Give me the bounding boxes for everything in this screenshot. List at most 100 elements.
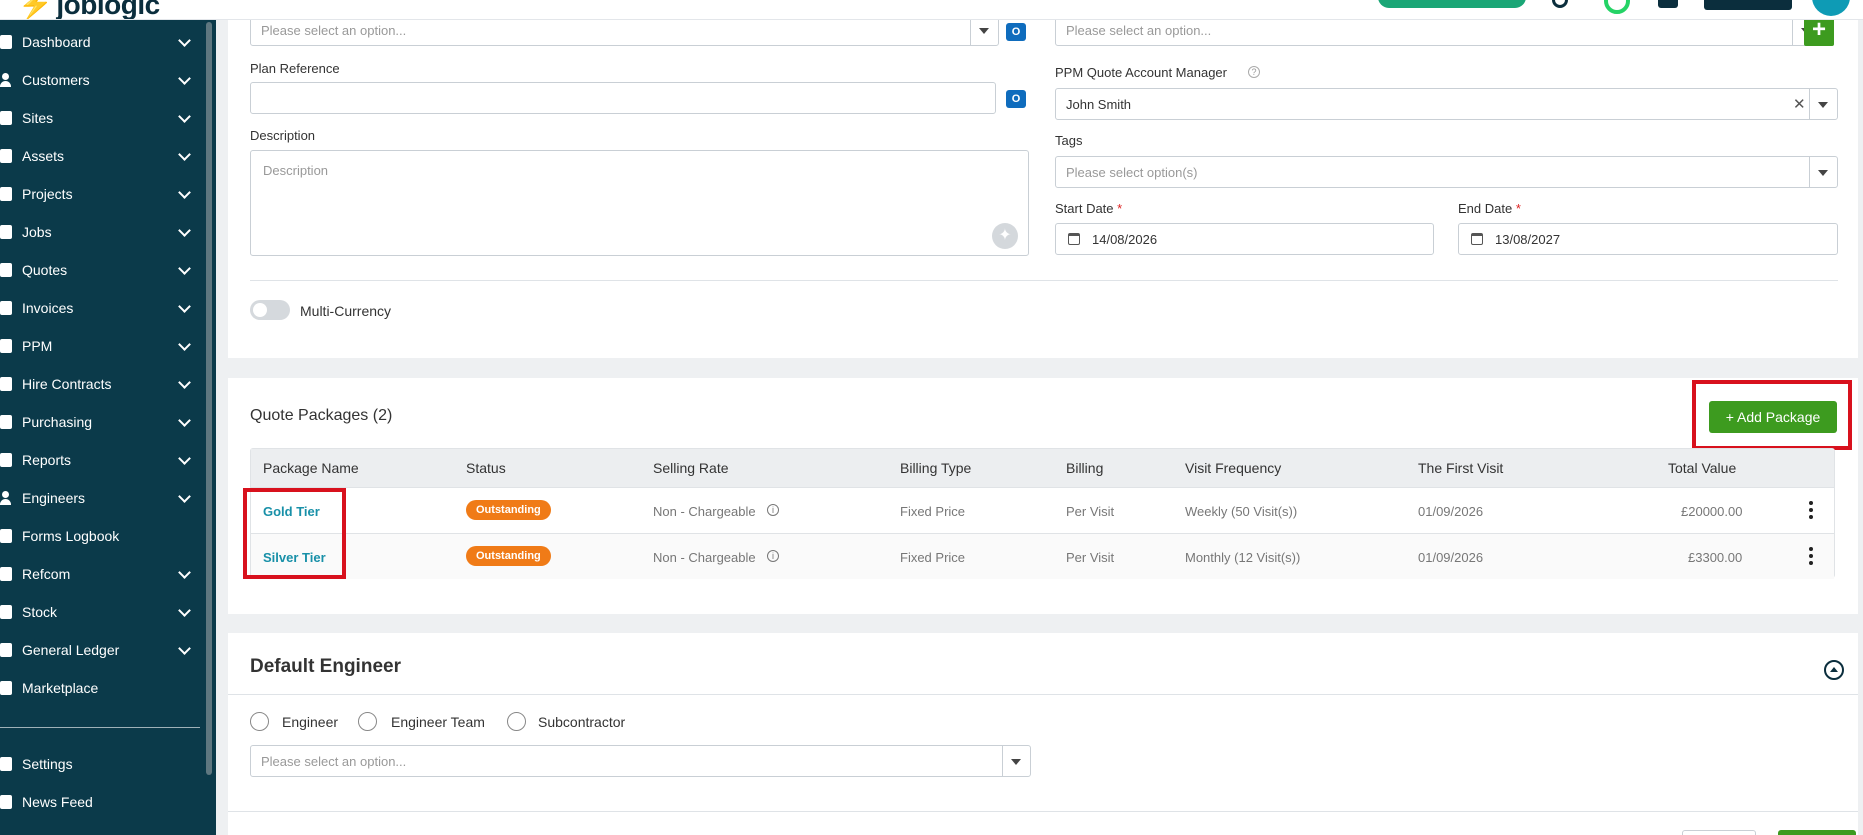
outlook-icon[interactable]: O — [1006, 90, 1026, 108]
sidebar-item-jobs[interactable]: Jobs — [0, 213, 200, 251]
sidebar-item-settings[interactable]: Settings — [0, 745, 200, 783]
sidebar-item-general-ledger[interactable]: General Ledger — [0, 631, 200, 669]
engineer-radio[interactable] — [250, 712, 269, 731]
engineer-team-radio[interactable] — [358, 712, 377, 731]
description-textarea[interactable]: Description ✦ — [250, 150, 1029, 256]
logo-bolt-icon: ⚡ — [18, 0, 53, 20]
section-divider — [250, 280, 1838, 281]
sidebar-item-label: Refcom — [22, 566, 71, 582]
chevron-down-icon[interactable] — [178, 224, 191, 237]
sidebar-item-label: Engineers — [22, 490, 86, 506]
sidebar-item-news-feed[interactable]: News Feed — [0, 783, 200, 821]
tags-select[interactable]: Please select option(s) — [1055, 156, 1838, 188]
sidebar-item-reports[interactable]: Reports — [0, 441, 200, 479]
sidebar-item-refcom[interactable]: Refcom — [0, 555, 200, 593]
book-icon — [0, 529, 12, 543]
header-status-pill[interactable] — [1378, 0, 1526, 8]
caret-down-icon[interactable] — [1818, 170, 1828, 176]
column-header[interactable]: Total Value — [1668, 460, 1736, 476]
sidebar-item-marketplace[interactable]: Marketplace — [0, 669, 200, 707]
sidebar-item-quotes[interactable]: Quotes — [0, 251, 200, 289]
column-header[interactable]: Status — [466, 460, 506, 476]
sidebar-item-label: News Feed — [22, 794, 93, 810]
chevron-down-icon[interactable] — [178, 338, 191, 351]
chevron-down-icon[interactable] — [178, 642, 191, 655]
end-date-input[interactable]: 13/08/2027 — [1458, 223, 1838, 255]
default-engineer-select[interactable]: Please select an option... — [250, 745, 1031, 777]
plan-reference-label: Plan Reference — [250, 61, 340, 76]
sites-icon — [0, 111, 12, 125]
ai-sparkle-icon[interactable]: ✦ — [992, 223, 1018, 249]
column-header[interactable]: Package Name — [263, 460, 359, 476]
chevron-down-icon[interactable] — [178, 376, 191, 389]
subcontractor-radio[interactable] — [507, 712, 526, 731]
cancel-button[interactable] — [1682, 830, 1756, 835]
chevron-down-icon[interactable] — [178, 566, 191, 579]
sidebar-item-customers[interactable]: Customers — [0, 61, 200, 99]
info-icon[interactable]: i — [767, 504, 779, 516]
bank-icon — [0, 643, 12, 657]
multi-currency-toggle[interactable] — [250, 300, 290, 320]
plan-reference-input[interactable] — [250, 82, 996, 114]
start-date-label: Start Date * — [1055, 201, 1123, 216]
chevron-down-icon[interactable] — [178, 604, 191, 617]
outlook-icon[interactable]: O — [1006, 23, 1026, 41]
sidebar-item-sites[interactable]: Sites — [0, 99, 200, 137]
sidebar-item-ppm[interactable]: PPM — [0, 327, 200, 365]
sidebar-item-engineers[interactable]: Engineers — [0, 479, 200, 517]
assets-icon — [0, 149, 12, 163]
table-row[interactable]: Gold Tier Outstanding Non - Chargeable i… — [251, 487, 1834, 533]
table-row[interactable]: Silver Tier Outstanding Non - Chargeable… — [251, 533, 1834, 579]
column-header[interactable]: Visit Frequency — [1185, 460, 1281, 476]
chevron-down-icon[interactable] — [178, 262, 191, 275]
chevron-down-icon[interactable] — [178, 148, 191, 161]
billing-cell: Per Visit — [1066, 504, 1115, 519]
collapse-icon[interactable] — [1824, 660, 1844, 680]
chevron-down-icon[interactable] — [178, 452, 191, 465]
sidebar-item-forms-logbook[interactable]: Forms Logbook — [0, 517, 200, 555]
start-date-input[interactable]: 14/08/2026 — [1055, 223, 1434, 255]
row-menu-icon[interactable] — [1809, 501, 1813, 521]
end-date-value: 13/08/2027 — [1495, 232, 1561, 247]
user-avatar[interactable] — [1812, 0, 1850, 16]
hire-contracts-icon — [0, 377, 12, 391]
sidebar-item-purchasing[interactable]: Purchasing — [0, 403, 200, 441]
sidebar-item-hire-contracts[interactable]: Hire Contracts — [0, 365, 200, 403]
column-header[interactable]: Billing — [1066, 460, 1103, 476]
info-icon[interactable]: i — [767, 550, 779, 562]
help-icon[interactable]: ? — [1248, 66, 1260, 78]
sidebar-item-dashboard[interactable]: Dashboard — [0, 23, 200, 61]
sidebar-item-stock[interactable]: Stock — [0, 593, 200, 631]
add-option-button[interactable]: + — [1804, 16, 1834, 46]
grid-apps-icon — [0, 681, 12, 695]
clear-icon[interactable]: ✕ — [1793, 97, 1806, 112]
chevron-down-icon[interactable] — [178, 490, 191, 503]
whatsapp-icon[interactable] — [1604, 0, 1630, 14]
chevron-down-icon[interactable] — [178, 110, 191, 123]
select-placeholder: Please select an option... — [261, 754, 407, 769]
chevron-down-icon[interactable] — [178, 300, 191, 313]
save-button[interactable] — [1778, 830, 1856, 835]
sidebar-scrollbar[interactable] — [206, 22, 212, 775]
chevron-down-icon[interactable] — [178, 186, 191, 199]
chevron-down-icon[interactable] — [178, 72, 191, 85]
chevron-down-icon[interactable] — [178, 34, 191, 47]
app-logo[interactable]: ⚡ joblogic — [18, 0, 160, 20]
notification-bell-icon[interactable] — [1658, 0, 1678, 8]
caret-down-icon[interactable] — [1818, 102, 1828, 108]
sidebar-item-projects[interactable]: Projects — [0, 175, 200, 213]
account-manager-select[interactable]: John Smith ✕ — [1055, 88, 1838, 120]
column-header[interactable]: Selling Rate — [653, 460, 729, 476]
chevron-down-icon[interactable] — [178, 414, 191, 427]
sidebar-item-label: Customers — [22, 72, 90, 88]
column-header[interactable]: The First Visit — [1418, 460, 1503, 476]
wrench-icon — [0, 225, 12, 239]
sidebar-item-invoices[interactable]: Invoices — [0, 289, 200, 327]
column-header[interactable]: Billing Type — [900, 460, 971, 476]
caret-down-icon[interactable] — [1011, 759, 1021, 765]
caret-down-icon[interactable] — [979, 28, 989, 34]
header-action-button[interactable] — [1704, 0, 1792, 10]
search-icon[interactable] — [1552, 0, 1568, 8]
row-menu-icon[interactable] — [1809, 547, 1813, 567]
sidebar-item-assets[interactable]: Assets — [0, 137, 200, 175]
